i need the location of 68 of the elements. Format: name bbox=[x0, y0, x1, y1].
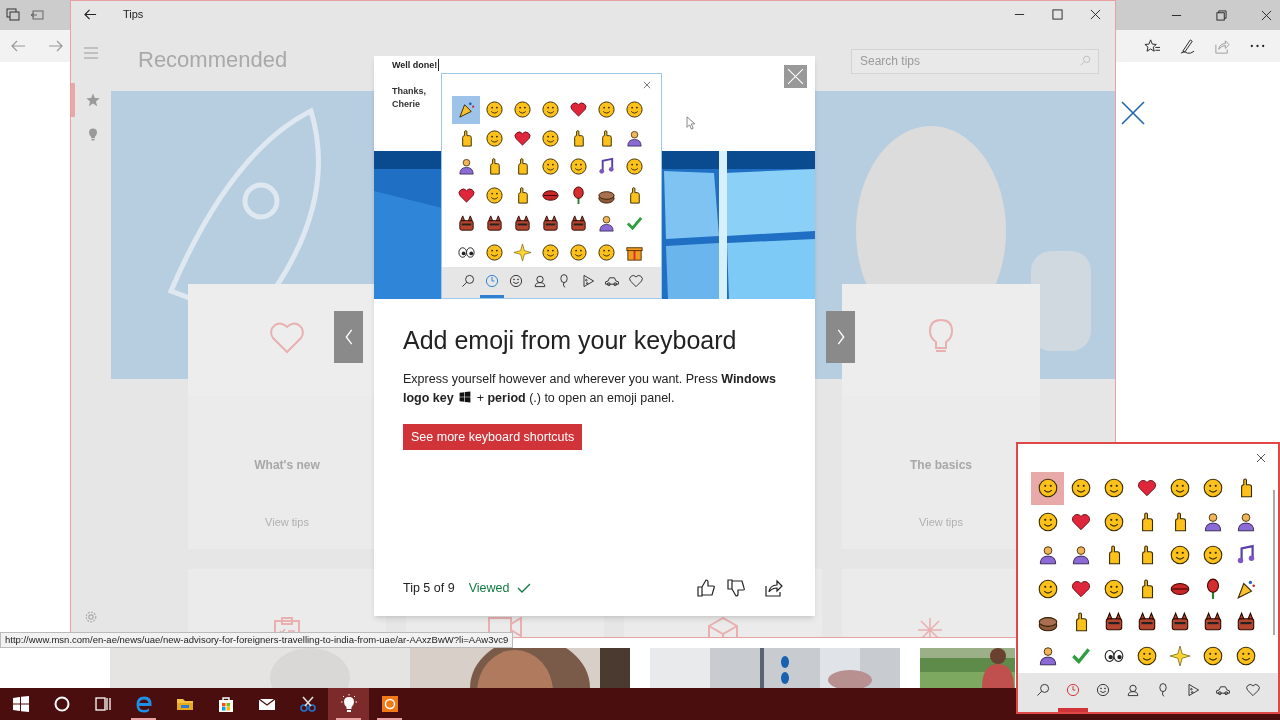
smiley-icon bbox=[1095, 682, 1111, 699]
close-icon[interactable] bbox=[643, 80, 651, 89]
sparkle-icon bbox=[1168, 644, 1191, 667]
share-icon[interactable] bbox=[764, 578, 784, 598]
box-icon bbox=[708, 617, 738, 637]
forward-arrow-icon[interactable] bbox=[48, 38, 64, 54]
search-field[interactable]: Search tips bbox=[851, 48, 1099, 74]
close-icon[interactable] bbox=[1261, 9, 1272, 21]
restore-icon[interactable] bbox=[1216, 9, 1227, 21]
clock-icon bbox=[1065, 682, 1081, 699]
check-icon bbox=[517, 583, 532, 593]
card-link[interactable]: View tips bbox=[919, 514, 963, 531]
windows-logo-icon bbox=[10, 694, 31, 714]
close-icon bbox=[787, 68, 804, 85]
page-heading: Recommended bbox=[138, 46, 288, 74]
close-icon[interactable] bbox=[1121, 101, 1145, 125]
windows-logo-icon bbox=[459, 391, 472, 403]
tip-counter: Tip 5 of 9 bbox=[403, 579, 455, 597]
task-view-icon bbox=[92, 694, 113, 714]
card-title: The basics bbox=[910, 457, 972, 474]
thumbs-up-icon[interactable] bbox=[696, 578, 716, 598]
card-link[interactable]: View tips bbox=[265, 514, 309, 531]
browser-icon bbox=[133, 694, 154, 714]
tabs-icon[interactable] bbox=[6, 8, 20, 22]
heart-icon bbox=[1245, 682, 1261, 699]
person-icon bbox=[1125, 682, 1141, 699]
close-button[interactable] bbox=[784, 65, 807, 88]
smiley-icon bbox=[1036, 577, 1059, 600]
back-arrow-icon[interactable] bbox=[84, 8, 97, 21]
smiley-icon bbox=[1234, 644, 1257, 667]
smiley-icon bbox=[1102, 577, 1125, 600]
smiley-icon bbox=[1201, 644, 1224, 667]
thumbs-down-icon[interactable] bbox=[726, 578, 746, 598]
more-icon[interactable] bbox=[1249, 43, 1266, 49]
burst-icon bbox=[917, 617, 942, 637]
window-title: Tips bbox=[123, 7, 144, 23]
card-title: What's new bbox=[254, 457, 320, 474]
smiley-icon bbox=[1069, 477, 1092, 500]
viewed-status: Viewed bbox=[468, 579, 510, 597]
scrollbar[interactable] bbox=[1273, 489, 1275, 635]
smiley-icon bbox=[1168, 544, 1191, 567]
shortcuts-button[interactable]: See more keyboard shortcuts bbox=[403, 424, 583, 450]
search-icon bbox=[1080, 55, 1091, 66]
scissors-icon bbox=[297, 694, 318, 714]
smiley-icon bbox=[1036, 510, 1059, 533]
tab-preview-icon[interactable] bbox=[30, 8, 44, 22]
pen-icon[interactable] bbox=[1179, 37, 1196, 55]
pizza-slice-icon bbox=[1185, 682, 1201, 699]
tip-description: Express yourself however and wherever you want. Press Windows logo key + period (.) to open an emoji panel. bbox=[403, 371, 777, 407]
search-icon bbox=[1035, 682, 1051, 699]
email-text: Well done! bbox=[392, 59, 440, 71]
taskbar-button[interactable] bbox=[328, 688, 369, 720]
smiley-icon bbox=[1201, 477, 1224, 500]
status-url: http://www.msn.com/en-ae/news/uae/new-advisory-for-foreigners-travelling-to-india-from-uae/ar-AAxzBwW?li=AAw3vc9 bbox=[0, 632, 514, 648]
smiley-icon bbox=[1102, 477, 1125, 500]
star-icon bbox=[85, 92, 101, 108]
smiley-icon bbox=[1135, 644, 1158, 667]
light-bulb-icon bbox=[338, 694, 359, 714]
emoji-key[interactable] bbox=[1031, 471, 1064, 505]
smiley-icon bbox=[1168, 477, 1191, 500]
smiley-icon bbox=[1102, 510, 1125, 533]
close-icon[interactable] bbox=[1090, 9, 1101, 20]
smiley-icon bbox=[1201, 544, 1224, 567]
close-icon[interactable] bbox=[1256, 452, 1266, 463]
favorites-list-icon[interactable] bbox=[1144, 37, 1161, 55]
maximize-icon[interactable] bbox=[1052, 9, 1063, 20]
app-icon bbox=[379, 694, 400, 714]
smiley-icon bbox=[1036, 477, 1059, 500]
